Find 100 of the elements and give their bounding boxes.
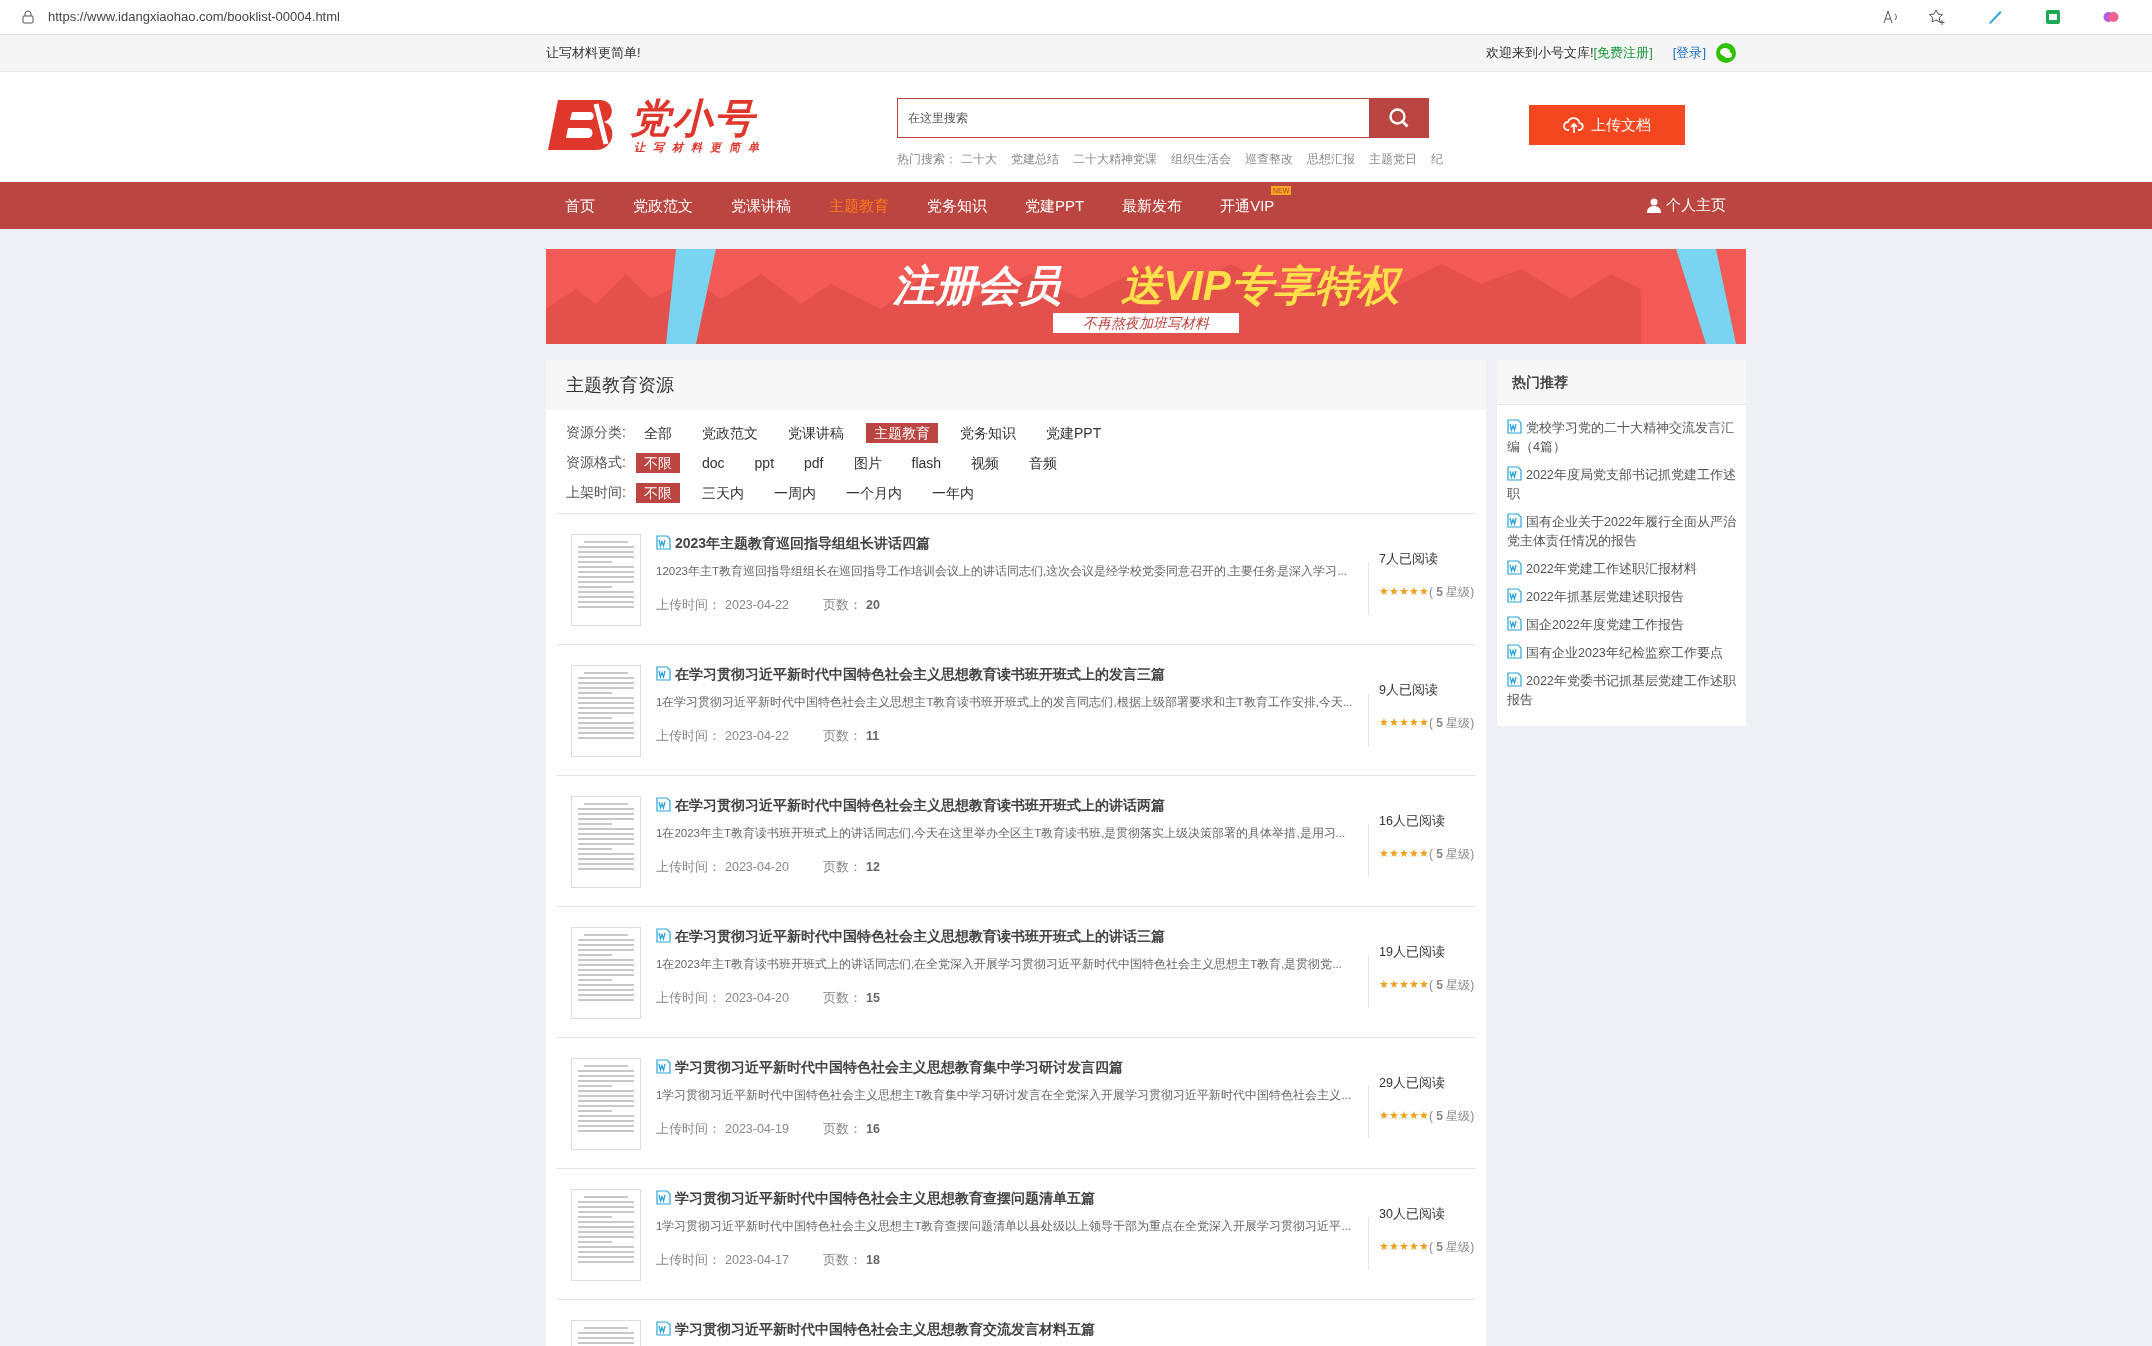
rating-text: ( 5 星级) — [1429, 714, 1475, 732]
read-aloud-icon[interactable] — [1882, 9, 1900, 25]
chat-icon[interactable] — [1716, 43, 1736, 63]
nav-link[interactable]: 开通VIP — [1201, 195, 1294, 216]
nav-link[interactable]: 最新发布 — [1103, 195, 1202, 216]
filter-option[interactable]: 一个月内 — [838, 482, 910, 503]
filter-option[interactable]: 全部 — [636, 422, 680, 443]
upload-button[interactable]: 上传文档 — [1529, 105, 1685, 145]
hot-search-link[interactable]: 二十大 — [961, 150, 997, 168]
upload-date-label: 上传时间： — [656, 859, 721, 876]
filter-option[interactable]: 三天内 — [694, 482, 752, 503]
filter-option[interactable]: ppt — [746, 452, 783, 473]
upload-date-label: 上传时间： — [656, 1252, 721, 1269]
page-count: 15 — [865, 990, 880, 1007]
recommended-link[interactable]: 国有企业关于2022年履行全面从严治党主体责任情况的报告 — [1507, 513, 1736, 551]
nav-link[interactable]: 党政范文 — [614, 195, 712, 216]
document-thumbnail[interactable] — [571, 1189, 641, 1281]
filter-option[interactable]: 视频 — [963, 452, 1008, 473]
hot-search-link[interactable]: 巡查整改 — [1245, 150, 1293, 168]
word-doc-icon — [656, 1059, 671, 1074]
star-icon: ★ — [1389, 848, 1399, 860]
panel-title: 主题教育资源 — [566, 373, 674, 397]
word-doc-icon — [656, 797, 671, 812]
upload-date: 2023-04-19 — [725, 1121, 789, 1138]
recommended-link[interactable]: 2022年抓基层党建述职报告 — [1507, 588, 1736, 607]
filter-option[interactable]: 一周内 — [766, 482, 824, 503]
filter-option[interactable]: pdf — [796, 452, 832, 473]
user-icon — [1647, 198, 1661, 213]
nav-link[interactable]: 党课讲稿 — [712, 195, 810, 216]
document-title-link[interactable]: 学习贯彻习近平新时代中国特色社会主义思想教育查摆问题清单五篇 — [656, 1189, 1461, 1207]
filter-option[interactable]: 一年内 — [924, 482, 982, 503]
register-link[interactable]: [免费注册] — [1593, 43, 1653, 63]
search-field[interactable]: 在这里搜索 — [897, 98, 1369, 138]
filter-option[interactable]: 党政范文 — [694, 422, 766, 443]
filter-option[interactable]: 音频 — [1021, 452, 1066, 473]
recommended-link[interactable]: 2022年党建工作述职汇报材料 — [1507, 560, 1736, 579]
document-title-link[interactable]: 在学习贯彻习近平新时代中国特色社会主义思想教育读书班开班式上的发言三篇 — [656, 665, 1461, 683]
document-thumbnail[interactable] — [571, 534, 641, 626]
pen-icon[interactable] — [1986, 8, 2004, 26]
document-title-link[interactable]: 学习贯彻习近平新时代中国特色社会主义思想教育交流发言材料五篇 — [656, 1320, 1461, 1338]
document-title-link[interactable]: 在学习贯彻习近平新时代中国特色社会主义思想教育读书班开班式上的讲话两篇 — [656, 796, 1461, 814]
nav-link[interactable]: 党务知识 — [908, 195, 1006, 216]
hot-search-link[interactable]: 党建总结 — [1011, 150, 1059, 168]
extension-icon[interactable] — [2044, 8, 2062, 26]
filter-label: 资源格式: — [566, 453, 627, 472]
filter-option[interactable]: 党务知识 — [952, 422, 1024, 443]
filter-option[interactable]: 党建PPT — [1038, 422, 1110, 443]
document-thumbnail[interactable] — [571, 796, 641, 888]
profile-link[interactable]: 个人主页 — [1647, 194, 1726, 217]
star-icon: ★ — [1379, 1110, 1389, 1122]
document-thumbnail[interactable] — [571, 927, 641, 1019]
recommended-link[interactable]: 2022年党委书记抓基层党建工作述职报告 — [1507, 672, 1736, 710]
filter-option[interactable]: doc — [694, 452, 733, 473]
recommended-link[interactable]: 国有企业2023年纪检监察工作要点 — [1507, 644, 1736, 663]
filter-option[interactable]: 主题教育 — [866, 422, 938, 443]
star-plus-icon[interactable] — [1928, 8, 1946, 26]
hot-search-link[interactable]: 二十大精神党课 — [1073, 150, 1157, 168]
read-count: 30人已阅读 — [1379, 1206, 1446, 1223]
document-title-link[interactable]: 学习贯彻习近平新时代中国特色社会主义思想教育集中学习研讨发言四篇 — [656, 1058, 1461, 1076]
filter-option[interactable]: 不限 — [636, 452, 680, 473]
url-text[interactable]: https://www.idangxiaohao.com/booklist-00004.html — [48, 7, 340, 27]
star-icon: ★ — [1419, 717, 1429, 729]
filter-option[interactable]: flash — [903, 452, 950, 473]
document-title-link[interactable]: 2023年主题教育巡回指导组组长讲话四篇 — [656, 534, 1461, 552]
nav-link[interactable]: 党建PPT — [1006, 195, 1104, 216]
star-icon: ★ — [1399, 586, 1409, 598]
upload-date-label: 上传时间： — [656, 728, 721, 745]
recommended-link[interactable]: 党校学习党的二十大精神交流发言汇编（4篇） — [1507, 419, 1736, 457]
login-link[interactable]: [登录] — [1672, 43, 1706, 63]
page-count-label: 页数： — [822, 1121, 862, 1138]
hot-search-label: 热门搜索： — [897, 151, 957, 168]
vip-banner[interactable]: 注册会员 送VIP专享特权 不再熬夜加班写材料 — [546, 249, 1746, 344]
logo-text: 党小号 — [630, 96, 756, 140]
page-count: 12 — [865, 859, 880, 876]
read-count: 9人已阅读 — [1379, 682, 1439, 699]
document-title-link[interactable]: 在学习贯彻习近平新时代中国特色社会主义思想教育读书班开班式上的讲话三篇 — [656, 927, 1461, 945]
star-icon: ★ — [1419, 586, 1429, 598]
hot-search-link[interactable]: 主题党日 — [1369, 150, 1417, 168]
document-summary: 1学习贯彻习近平新时代中国特色社会主义思想主T教育集中学习研讨发言在全党深入开展学习贯彻习近平新时代中国特色社会主义... — [656, 1087, 1351, 1103]
filter-label: 资源分类: — [566, 423, 627, 442]
word-doc-icon — [656, 666, 671, 681]
star-icon: ★ — [1419, 1241, 1429, 1253]
recommended-link[interactable]: 国企2022年度党建工作报告 — [1507, 616, 1736, 635]
filter-option[interactable]: 图片 — [845, 452, 890, 473]
star-icon: ★ — [1409, 1110, 1419, 1122]
nav-link[interactable]: 首页 — [546, 195, 614, 216]
document-thumbnail[interactable] — [571, 665, 641, 757]
page-count-label: 页数： — [822, 859, 862, 876]
hot-search-link[interactable]: 纪 — [1431, 150, 1443, 168]
hot-search-link[interactable]: 组织生活会 — [1171, 150, 1231, 168]
word-doc-icon — [1507, 513, 1522, 528]
recommended-link[interactable]: 2022年度局党支部书记抓党建工作述职 — [1507, 466, 1736, 504]
upload-date: 2023-04-17 — [725, 1252, 789, 1269]
star-icon: ★ — [1399, 1110, 1409, 1122]
hot-search-link[interactable]: 思想汇报 — [1307, 150, 1355, 168]
filter-option[interactable]: 不限 — [636, 482, 680, 503]
document-thumbnail[interactable] — [571, 1058, 641, 1150]
search-button[interactable] — [1369, 98, 1429, 138]
page-count-label: 页数： — [822, 1252, 862, 1269]
filter-option[interactable]: 党课讲稿 — [780, 422, 852, 443]
